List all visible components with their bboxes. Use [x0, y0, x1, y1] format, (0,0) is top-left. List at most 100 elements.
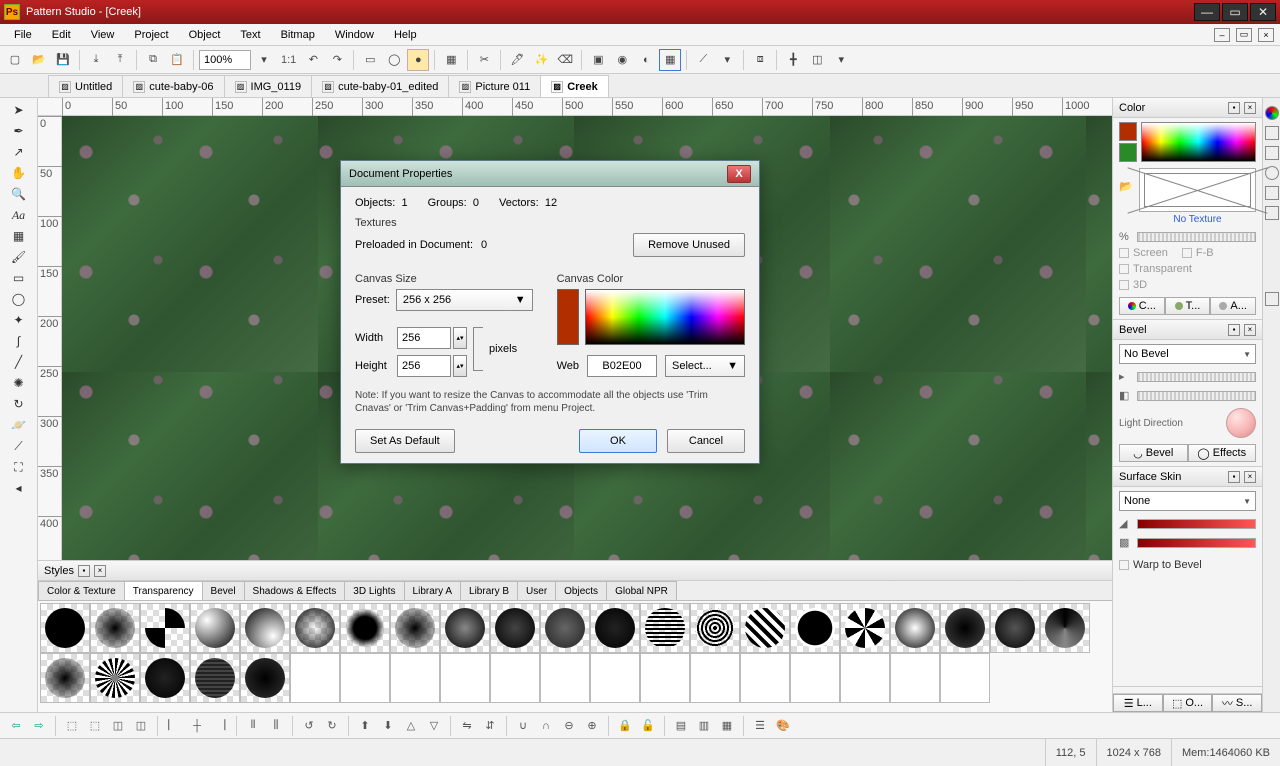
- 3d-checkbox[interactable]: [1119, 280, 1129, 290]
- color-tab-c[interactable]: C...: [1119, 297, 1165, 315]
- style-swatch[interactable]: [790, 603, 840, 653]
- rect-tool[interactable]: ▭: [9, 268, 29, 288]
- break-button[interactable]: ◫: [131, 716, 151, 736]
- transparent-checkbox[interactable]: [1119, 264, 1129, 274]
- style-swatch[interactable]: [590, 653, 640, 703]
- align-center-button[interactable]: ┼: [187, 716, 207, 736]
- ok-button[interactable]: OK: [579, 429, 657, 453]
- menu-project[interactable]: Project: [126, 27, 176, 43]
- curve-tool[interactable]: ∫: [9, 331, 29, 351]
- bevel-tab-bevel[interactable]: ◡Bevel: [1119, 444, 1188, 462]
- color-swatches[interactable]: [1119, 122, 1137, 162]
- zoom-tool[interactable]: 🔍: [9, 184, 29, 204]
- color-picker[interactable]: [1119, 122, 1256, 162]
- zoom-input[interactable]: [199, 50, 251, 70]
- shape-rect-button[interactable]: ▭: [359, 49, 381, 71]
- color-tab-a[interactable]: A...: [1210, 297, 1256, 315]
- styles-tab[interactable]: Transparency: [124, 581, 203, 600]
- style-swatch[interactable]: [640, 653, 690, 703]
- bottom-tab-l[interactable]: ☰L...: [1113, 694, 1163, 712]
- skin-close-icon[interactable]: ×: [1244, 471, 1256, 483]
- fb-checkbox[interactable]: [1182, 248, 1192, 258]
- width-spin[interactable]: ▴▾: [453, 327, 467, 349]
- web-select-button[interactable]: Select...▼: [665, 355, 745, 377]
- align-button[interactable]: ⧈: [749, 49, 771, 71]
- flip-v-button[interactable]: ⇵: [480, 716, 500, 736]
- eraser-button[interactable]: ⌫: [554, 49, 576, 71]
- style-swatch[interactable]: [490, 603, 540, 653]
- style-swatch[interactable]: [540, 603, 590, 653]
- cut-tool-button[interactable]: ✂: [473, 49, 495, 71]
- style-swatch[interactable]: [840, 653, 890, 703]
- node-tool[interactable]: ↗: [9, 142, 29, 162]
- flip-h-button[interactable]: ⇋: [457, 716, 477, 736]
- style-swatch[interactable]: [40, 603, 90, 653]
- height-spin[interactable]: ▴▾: [453, 355, 467, 377]
- shape-tool[interactable]: ▦: [9, 226, 29, 246]
- close-button[interactable]: ✕: [1250, 3, 1276, 21]
- wand-button[interactable]: ✨: [530, 49, 552, 71]
- style-swatch[interactable]: [390, 653, 440, 703]
- color-pin-icon[interactable]: ▪: [1228, 102, 1240, 114]
- import-button[interactable]: ⤓: [85, 49, 107, 71]
- path-intersect-button[interactable]: ∩: [536, 716, 556, 736]
- doc-tab[interactable]: ▨cute-baby-01_edited: [311, 75, 449, 97]
- skin-pin-icon[interactable]: ▪: [1228, 471, 1240, 483]
- align-left-button[interactable]: ⎸: [164, 716, 184, 736]
- shape-circle-button[interactable]: ●: [407, 49, 429, 71]
- cancel-button[interactable]: Cancel: [667, 429, 745, 453]
- style-swatch[interactable]: [190, 603, 240, 653]
- style-swatch[interactable]: [140, 653, 190, 703]
- style-swatch[interactable]: [940, 603, 990, 653]
- menu-text[interactable]: Text: [232, 27, 268, 43]
- light-direction-ball[interactable]: [1226, 408, 1256, 438]
- undo-button[interactable]: ↶: [302, 49, 324, 71]
- brush2-tool[interactable]: 🖌: [9, 247, 29, 267]
- save-button[interactable]: 💾: [52, 49, 74, 71]
- set-default-button[interactable]: Set As Default: [355, 429, 455, 453]
- path-subtract-button[interactable]: ⊖: [559, 716, 579, 736]
- style-swatch[interactable]: [40, 653, 90, 703]
- strip-arrows-icon[interactable]: [1265, 292, 1279, 306]
- open-button[interactable]: 📂: [28, 49, 50, 71]
- style-swatch[interactable]: [390, 603, 440, 653]
- menu-edit[interactable]: Edit: [44, 27, 79, 43]
- bevel-play-icon[interactable]: ▸: [1119, 370, 1133, 383]
- swatch-bg[interactable]: [1119, 143, 1137, 162]
- backward-button[interactable]: ▽: [424, 716, 444, 736]
- styles-pin-icon[interactable]: ▪: [78, 565, 90, 577]
- path-xor-button[interactable]: ⊕: [582, 716, 602, 736]
- styles-tab[interactable]: Objects: [555, 581, 607, 600]
- planet-tool[interactable]: 🪐: [9, 415, 29, 435]
- select-lasso-button[interactable]: ◐: [635, 49, 657, 71]
- style-swatch[interactable]: [590, 603, 640, 653]
- copy-button[interactable]: ⧉: [142, 49, 164, 71]
- pointer-tool[interactable]: ➤: [9, 100, 29, 120]
- style-swatch[interactable]: [290, 603, 340, 653]
- bevel-slider-2[interactable]: [1137, 391, 1256, 401]
- mdi-close-button[interactable]: ×: [1258, 28, 1274, 42]
- minimize-button[interactable]: —: [1194, 3, 1220, 21]
- style-swatch[interactable]: [490, 653, 540, 703]
- style-swatch[interactable]: [140, 603, 190, 653]
- skin-slider-1[interactable]: [1137, 519, 1256, 529]
- bevel-close-icon[interactable]: ×: [1244, 324, 1256, 336]
- style-swatch[interactable]: [90, 653, 140, 703]
- style-swatch[interactable]: [1040, 603, 1090, 653]
- style-swatch[interactable]: [440, 653, 490, 703]
- snap-dropdown[interactable]: ▾: [830, 49, 852, 71]
- color-spectrum[interactable]: [1141, 122, 1256, 162]
- dialog-close-button[interactable]: X: [727, 165, 751, 183]
- preset-select[interactable]: 256 x 256▼: [396, 289, 533, 311]
- nav-next-button[interactable]: ⇨: [29, 716, 49, 736]
- dropper-dropdown[interactable]: ▾: [716, 49, 738, 71]
- select-marquee-button[interactable]: ▦: [659, 49, 681, 71]
- color-close-icon[interactable]: ×: [1244, 102, 1256, 114]
- new-button[interactable]: ▢: [4, 49, 26, 71]
- opacity-slider[interactable]: [1137, 232, 1256, 242]
- style-swatch[interactable]: [240, 603, 290, 653]
- menu-object[interactable]: Object: [181, 27, 229, 43]
- style-swatch[interactable]: [190, 653, 240, 703]
- styles-tab[interactable]: Library A: [404, 581, 461, 600]
- style-swatch[interactable]: [290, 653, 340, 703]
